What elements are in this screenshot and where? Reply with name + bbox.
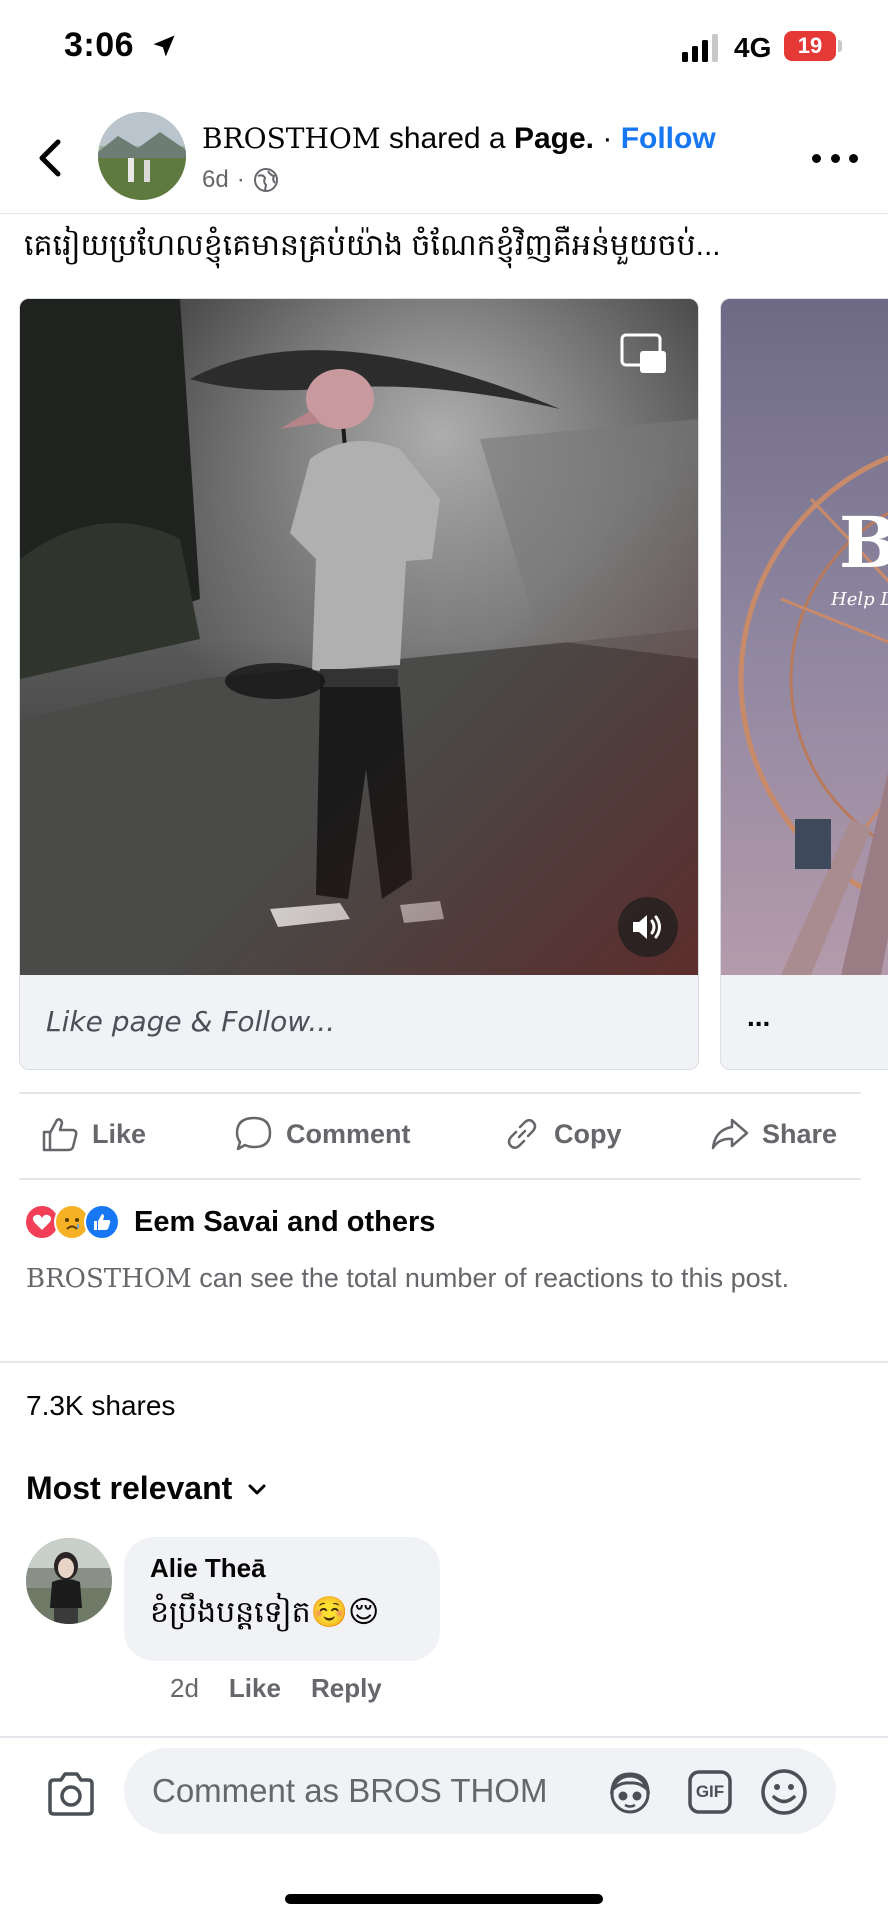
network-type: 4G: [734, 32, 772, 63]
comment-sort-dropdown[interactable]: Most relevant: [26, 1470, 268, 1507]
post-header: BROSTHOM shared a Page. · Follow 6d ·: [0, 104, 888, 212]
video-media[interactable]: [20, 299, 698, 975]
carousel-card-main[interactable]: Like page & Follow...: [19, 298, 699, 1070]
comment-meta: 2d Like Reply: [170, 1673, 382, 1704]
shared-object-link[interactable]: Page.: [514, 122, 594, 155]
commenter-avatar[interactable]: [26, 1538, 112, 1624]
picture-in-picture-icon[interactable]: [620, 333, 668, 377]
post-meta: 6d ·: [202, 166, 279, 194]
ferris-wheel-thumbnail: B Help L: [721, 299, 888, 975]
battery-icon: 19: [784, 31, 842, 61]
sort-label: Most relevant: [26, 1470, 233, 1506]
reactions-summary[interactable]: Eem Savai and others: [24, 1202, 435, 1242]
svg-text:Help L: Help L: [830, 589, 888, 610]
copy-label: Copy: [554, 1118, 622, 1149]
reactions-visibility-note: BROSTHOM can see the total number of rea…: [26, 1256, 826, 1301]
page-name-link[interactable]: BROSTHOM: [202, 122, 381, 155]
gif-button[interactable]: GIF: [684, 1766, 736, 1818]
sound-toggle-button[interactable]: [618, 897, 678, 957]
comment-bubble[interactable]: Alie Theā ខំប្រឹងបន្តទៀត☺️😌: [124, 1537, 440, 1661]
next-card-footer[interactable]: ...: [721, 975, 888, 1069]
comment-text: ខំប្រឹងបន្តទៀត☺️😌: [150, 1596, 380, 1629]
more-dot: [830, 153, 840, 163]
emoji-icon[interactable]: [758, 1766, 810, 1818]
follow-button[interactable]: Follow: [621, 122, 716, 155]
svg-text:B: B: [839, 501, 888, 584]
status-bar: 3:06 4G 19: [0, 0, 888, 96]
gif-label: GIF: [695, 1782, 725, 1801]
like-label: Like: [92, 1118, 147, 1149]
copy-button[interactable]: Copy: [502, 1114, 622, 1154]
meta-separator: ·: [236, 166, 245, 193]
comment-reply-button[interactable]: Reply: [311, 1673, 382, 1704]
avatar-sticker-icon[interactable]: [604, 1766, 656, 1818]
more-dot: [849, 153, 858, 163]
comment-input[interactable]: Comment as BROS THOM GIF: [124, 1748, 836, 1834]
location-arrow-icon: [153, 35, 175, 57]
video-thumbnail: [20, 299, 698, 975]
comment-label: Comment: [286, 1118, 411, 1149]
post-age[interactable]: 6d: [202, 166, 229, 194]
divider: [0, 1361, 888, 1363]
globe-icon: [253, 168, 278, 192]
battery-level: 19: [784, 31, 836, 61]
like-reaction-icon: [84, 1204, 120, 1240]
comment-bubble-icon: [235, 1116, 272, 1151]
more-dot: [812, 153, 821, 163]
camera-icon[interactable]: [44, 1768, 98, 1822]
share-arrow-icon: [711, 1118, 749, 1150]
header-separator: ·: [602, 122, 613, 155]
thumbs-up-icon: [42, 1118, 78, 1152]
chevron-left-icon: [39, 139, 61, 177]
comment-button[interactable]: Comment: [234, 1114, 411, 1154]
back-button[interactable]: [30, 128, 70, 188]
link-icon: [507, 1119, 537, 1149]
carousel-card-next[interactable]: B Help L ...: [720, 298, 888, 1070]
cellular-signal-icon: [682, 34, 718, 62]
comment-composer: Comment as BROS THOM GIF: [0, 1738, 888, 1920]
note-text: can see the total number of reactions to…: [191, 1263, 790, 1293]
share-label: Share: [762, 1118, 838, 1149]
divider: [19, 1178, 861, 1180]
comment-author[interactable]: Alie Theā: [150, 1553, 266, 1584]
card-footer[interactable]: Like page & Follow...: [20, 975, 698, 1069]
commenter-avatar-image: [26, 1538, 112, 1624]
chevron-down-icon: [248, 1484, 266, 1494]
card-footer-text: Like page & Follow...: [46, 1005, 336, 1038]
post-action-bar: Like Comment Copy Share: [0, 1094, 888, 1176]
reactions-summary-text: Eem Savai and others: [134, 1205, 436, 1238]
post-author-line: BROSTHOM shared a Page. · Follow: [202, 122, 716, 156]
like-button[interactable]: Like: [40, 1114, 146, 1154]
battery-tip: [838, 40, 842, 52]
more-options-button[interactable]: [812, 144, 858, 172]
comment-age: 2d: [170, 1673, 199, 1703]
avatar-image: [98, 112, 186, 200]
shares-count[interactable]: 7.3K shares: [26, 1390, 175, 1422]
post-caption[interactable]: គេរៀយប្រហែលខ្ញុំគេមានគ្រប់យ៉ាង ចំណែកខ្ញុ…: [24, 226, 721, 270]
share-button[interactable]: Share: [710, 1114, 837, 1154]
shared-text: shared a: [388, 122, 506, 155]
next-card-media[interactable]: B Help L: [721, 299, 888, 975]
note-page-name: BROSTHOM: [26, 1264, 192, 1294]
speaker-icon: [633, 915, 661, 939]
comment-like-button[interactable]: Like: [229, 1673, 281, 1704]
status-time: 3:06: [64, 26, 135, 64]
comment-input-placeholder: Comment as BROS THOM: [152, 1772, 548, 1809]
home-indicator[interactable]: [285, 1894, 603, 1904]
page-avatar[interactable]: [98, 112, 186, 200]
divider: [0, 213, 888, 214]
next-card-footer-text: ...: [747, 1001, 771, 1032]
